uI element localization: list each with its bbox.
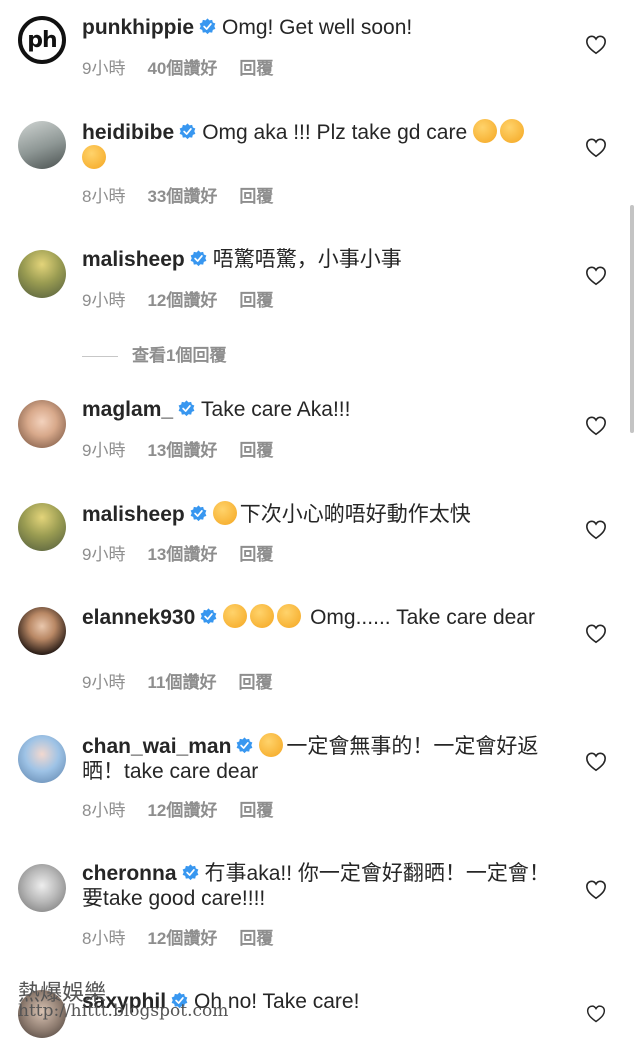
comment-meta: 8小時 12個讚好 回覆 xyxy=(82,796,295,821)
heart-icon[interactable] xyxy=(585,879,607,901)
comment-text: Omg! Get well soon! xyxy=(222,16,413,39)
comment-meta: 9小時 13個讚好 回覆 xyxy=(82,540,295,565)
reply-button[interactable]: 回覆 xyxy=(239,291,273,310)
comment-body: malisheep 唔驚唔驚，小事小事 xyxy=(82,247,562,272)
emoji-icon xyxy=(212,501,237,525)
heart-icon[interactable] xyxy=(585,34,607,56)
emoji-icon xyxy=(277,604,302,628)
heart-icon[interactable] xyxy=(585,623,607,645)
emoji-icon xyxy=(499,119,524,143)
heart-icon[interactable] xyxy=(585,415,607,437)
comment-body: punkhippie Omg! Get well soon! xyxy=(82,15,562,40)
comment-likes[interactable]: 12個讚好 xyxy=(147,291,217,310)
comment-time: 8小時 xyxy=(82,187,126,206)
avatar[interactable] xyxy=(18,735,66,783)
heart-icon[interactable] xyxy=(585,265,607,287)
heart-icon[interactable] xyxy=(585,519,607,541)
avatar[interactable] xyxy=(18,864,66,912)
avatar[interactable] xyxy=(18,121,66,169)
comment-username[interactable]: malisheep xyxy=(82,503,185,526)
comment-text: 下次小心啲唔好動作太快 xyxy=(239,503,471,526)
emoji-icon xyxy=(472,119,497,143)
avatar[interactable] xyxy=(18,250,66,298)
divider xyxy=(82,356,118,358)
comment-meta: 9小時 12個讚好 回覆 xyxy=(82,286,295,311)
emoji-icon xyxy=(259,733,284,757)
comment-text: Take care Aka!!! xyxy=(201,398,351,421)
verified-icon xyxy=(182,864,199,881)
comment-likes[interactable]: 13個讚好 xyxy=(147,545,217,564)
emoji-icon xyxy=(223,604,248,628)
comment-body: elannek930 Omg...... Take care dear xyxy=(82,604,562,630)
view-replies-label: 查看1個回覆 xyxy=(132,346,227,365)
comment-time: 9小時 xyxy=(82,291,126,310)
comment-body: chan_wai_man 一定會無事的！一定會好返晒！take care dear xyxy=(82,733,562,784)
emoji-icon xyxy=(82,145,106,169)
comment-username[interactable]: malisheep xyxy=(82,248,185,271)
avatar[interactable] xyxy=(18,503,66,551)
comment-likes[interactable]: 13個讚好 xyxy=(147,441,217,460)
scrollbar[interactable] xyxy=(630,205,634,433)
verified-icon xyxy=(190,505,207,522)
comment-meta: 9小時 11個讚好 回覆 xyxy=(82,668,294,693)
verified-icon xyxy=(179,123,196,140)
reply-button[interactable]: 回覆 xyxy=(239,801,273,820)
verified-icon xyxy=(178,400,195,417)
verified-icon xyxy=(190,250,207,267)
comment-username[interactable]: heidibibe xyxy=(82,121,174,144)
comment-text: Omg aka !!! Plz take gd care xyxy=(202,121,468,144)
avatar[interactable] xyxy=(18,400,66,448)
comment-text: 唔驚唔驚，小事小事 xyxy=(212,248,402,271)
comment-meta: 8小時 12個讚好 回覆 xyxy=(82,924,295,949)
reply-button[interactable]: 回覆 xyxy=(239,545,273,564)
comment-meta: 8小時 33個讚好 回覆 xyxy=(82,182,295,207)
view-replies-button[interactable]: 查看1個回覆 xyxy=(82,341,226,366)
heart-icon[interactable] xyxy=(585,751,607,773)
heart-icon[interactable] xyxy=(585,1004,607,1024)
reply-button[interactable]: 回覆 xyxy=(239,929,273,948)
comment-meta: 9小時 13個讚好 回覆 xyxy=(82,436,295,461)
verified-icon xyxy=(200,608,217,625)
comment-username[interactable]: chan_wai_man xyxy=(82,735,231,758)
comment-likes[interactable]: 12個讚好 xyxy=(147,801,217,820)
comment-username[interactable]: elannek930 xyxy=(82,606,195,629)
comment-time: 8小時 xyxy=(82,929,126,948)
watermark-url: http://hittt.blogspot.com xyxy=(18,1001,229,1021)
comment-username[interactable]: cheronna xyxy=(82,862,177,885)
comment-likes[interactable]: 12個讚好 xyxy=(147,929,217,948)
emoji-icon xyxy=(250,604,275,628)
comment-text: Omg...... Take care dear xyxy=(310,606,535,629)
comment-likes[interactable]: 40個讚好 xyxy=(147,59,217,78)
reply-button[interactable]: 回覆 xyxy=(239,187,273,206)
verified-icon xyxy=(236,737,253,754)
verified-icon xyxy=(199,18,216,35)
reply-button[interactable]: 回覆 xyxy=(239,59,273,78)
comment-likes[interactable]: 11個讚好 xyxy=(147,673,216,692)
avatar[interactable]: ph xyxy=(18,16,66,64)
comment-username[interactable]: maglam_ xyxy=(82,398,173,421)
reply-button[interactable]: 回覆 xyxy=(239,441,273,460)
heart-icon[interactable] xyxy=(585,137,607,159)
comment-likes[interactable]: 33個讚好 xyxy=(147,187,217,206)
comment-body: heidibibe Omg aka !!! Plz take gd care xyxy=(82,119,562,171)
avatar-label: ph xyxy=(27,27,57,53)
comment-body: cheronna 冇事aka!! 你一定會好翻晒！一定會！要take good c… xyxy=(82,861,562,911)
comment-body: maglam_ Take care Aka!!! xyxy=(82,397,562,422)
comment-time: 9小時 xyxy=(82,59,126,78)
comment-time: 8小時 xyxy=(82,801,126,820)
comment-body: malisheep 下次小心啲唔好動作太快 xyxy=(82,501,562,527)
avatar[interactable] xyxy=(18,607,66,655)
comment-username[interactable]: punkhippie xyxy=(82,16,194,39)
comment-time: 9小時 xyxy=(82,673,126,692)
comment-time: 9小時 xyxy=(82,545,126,564)
comment-meta: 9小時 40個讚好 回覆 xyxy=(82,54,295,79)
comment-time: 9小時 xyxy=(82,441,126,460)
reply-button[interactable]: 回覆 xyxy=(238,673,272,692)
